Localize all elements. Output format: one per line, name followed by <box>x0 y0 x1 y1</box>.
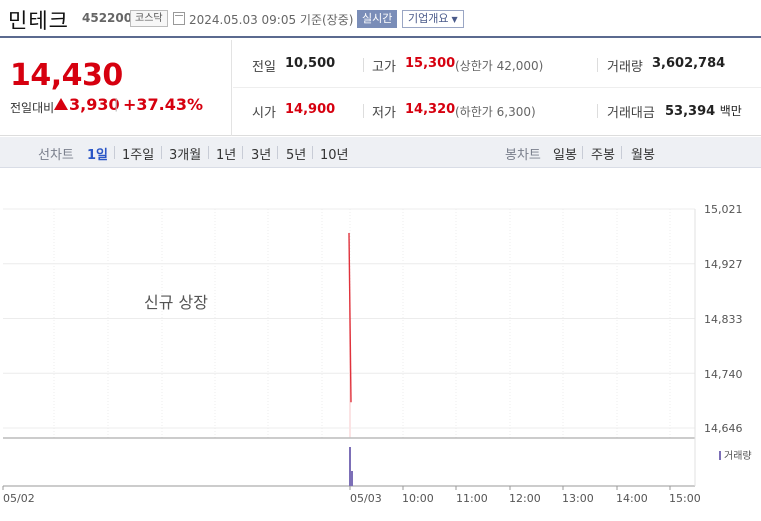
price-summary: 14,430 전일대비 3,930 | +37.43% <box>0 40 232 136</box>
x-tick-label: 14:00 <box>616 492 648 505</box>
volume-label: 거래량 <box>607 60 643 75</box>
candle-daily[interactable]: 일봉 <box>553 144 577 163</box>
prev-close-label: 전일 <box>252 60 276 75</box>
period-1d[interactable]: 1일 <box>87 144 108 163</box>
x-tick-label: 05/02 <box>3 492 35 505</box>
divider <box>363 104 364 118</box>
chart-canvas <box>2 208 696 490</box>
change-percent: +37.43% <box>123 95 204 114</box>
x-tick-label: 12:00 <box>509 492 541 505</box>
divider <box>597 58 598 72</box>
divider <box>621 146 622 159</box>
stock-name: 민테크 <box>8 9 69 33</box>
quote-datetime: 2024.05.03 09:05 기준(장중) <box>189 13 354 27</box>
open-label: 시가 <box>252 106 276 121</box>
divider <box>161 146 162 159</box>
period-5y[interactable]: 5년 <box>286 144 306 163</box>
open-value: 14,900 <box>285 102 336 117</box>
realtime-button[interactable]: 실시간 <box>357 10 398 28</box>
period-3m[interactable]: 3개월 <box>169 144 201 163</box>
x-tick-label: 05/03 <box>350 492 382 505</box>
divider <box>582 146 583 159</box>
chevron-down-icon: ▼ <box>451 15 458 24</box>
x-tick-label: 10:00 <box>402 492 434 505</box>
y-tick-label: 14,646 <box>704 422 743 435</box>
trade-value-unit: 백만 <box>719 104 742 118</box>
candle-monthly[interactable]: 월봉 <box>631 144 655 163</box>
stock-code: 452200 <box>82 11 133 25</box>
market-badge: 코스닥 <box>130 10 168 27</box>
up-arrow-icon <box>54 98 68 110</box>
change-divider: | <box>114 97 119 112</box>
upper-limit: (상한가 42,000) <box>455 59 544 73</box>
low-value: 14,320 <box>405 102 456 117</box>
row-divider <box>233 87 761 88</box>
divider <box>363 58 364 72</box>
current-price: 14,430 <box>10 58 123 93</box>
volume-bar <box>349 447 351 486</box>
trade-value-number: 53,394 <box>665 104 716 119</box>
period-10y[interactable]: 10년 <box>320 144 349 163</box>
low-label: 저가 <box>372 106 396 121</box>
period-1w[interactable]: 1주일 <box>122 144 154 163</box>
chart-annotation: 신규 상장 <box>144 293 208 312</box>
prev-close-value: 10,500 <box>285 56 336 71</box>
divider <box>597 104 598 118</box>
calendar-icon <box>173 12 185 25</box>
stock-header: 민테크 452200 코스닥 2024.05.03 09:05 기준(장중) 실… <box>0 0 761 38</box>
divider <box>208 146 209 159</box>
period-3y[interactable]: 3년 <box>251 144 271 163</box>
period-1y[interactable]: 1년 <box>216 144 236 163</box>
y-tick-label: 14,740 <box>704 368 743 381</box>
x-tick-label: 13:00 <box>562 492 594 505</box>
x-tick-label: 11:00 <box>456 492 488 505</box>
candle-weekly[interactable]: 주봉 <box>591 144 615 163</box>
volume-legend: 거래량 <box>719 447 752 462</box>
trade-value-label: 거래대금 <box>607 106 655 121</box>
change-value: 3,930 <box>69 95 120 114</box>
high-label: 고가 <box>372 60 396 75</box>
trade-value: 53,394 백만 <box>665 102 742 119</box>
chart-toolbar: 선차트 1일 1주일 3개월 1년 3년 5년 10년 봉차트 일봉 주봉 월봉 <box>0 137 761 168</box>
lower-limit: (하한가 6,300) <box>455 105 536 119</box>
quote-panel: 14,430 전일대비 3,930 | +37.43% 전일 10,500 고가… <box>0 40 761 136</box>
line-chart-label: 선차트 <box>38 148 74 163</box>
company-info-label: 기업개요 <box>408 12 449 25</box>
candle-chart-label: 봉차트 <box>505 148 541 163</box>
y-tick-label: 14,833 <box>704 313 743 326</box>
y-tick-label: 15,021 <box>704 203 743 216</box>
change-label: 전일대비 <box>10 101 55 115</box>
price-chart[interactable]: 신규 상장 15,021 14,927 14,833 14,740 14,646… <box>0 168 761 521</box>
y-tick-label: 14,927 <box>704 258 743 271</box>
divider <box>277 146 278 159</box>
company-info-dropdown[interactable]: 기업개요 ▼ <box>402 10 464 28</box>
divider <box>242 146 243 159</box>
divider <box>114 146 115 159</box>
volume-value: 3,602,784 <box>652 56 726 71</box>
high-value: 15,300 <box>405 56 456 71</box>
volume-bar <box>351 471 353 486</box>
x-tick-label: 15:00 <box>669 492 701 505</box>
divider <box>312 146 313 159</box>
